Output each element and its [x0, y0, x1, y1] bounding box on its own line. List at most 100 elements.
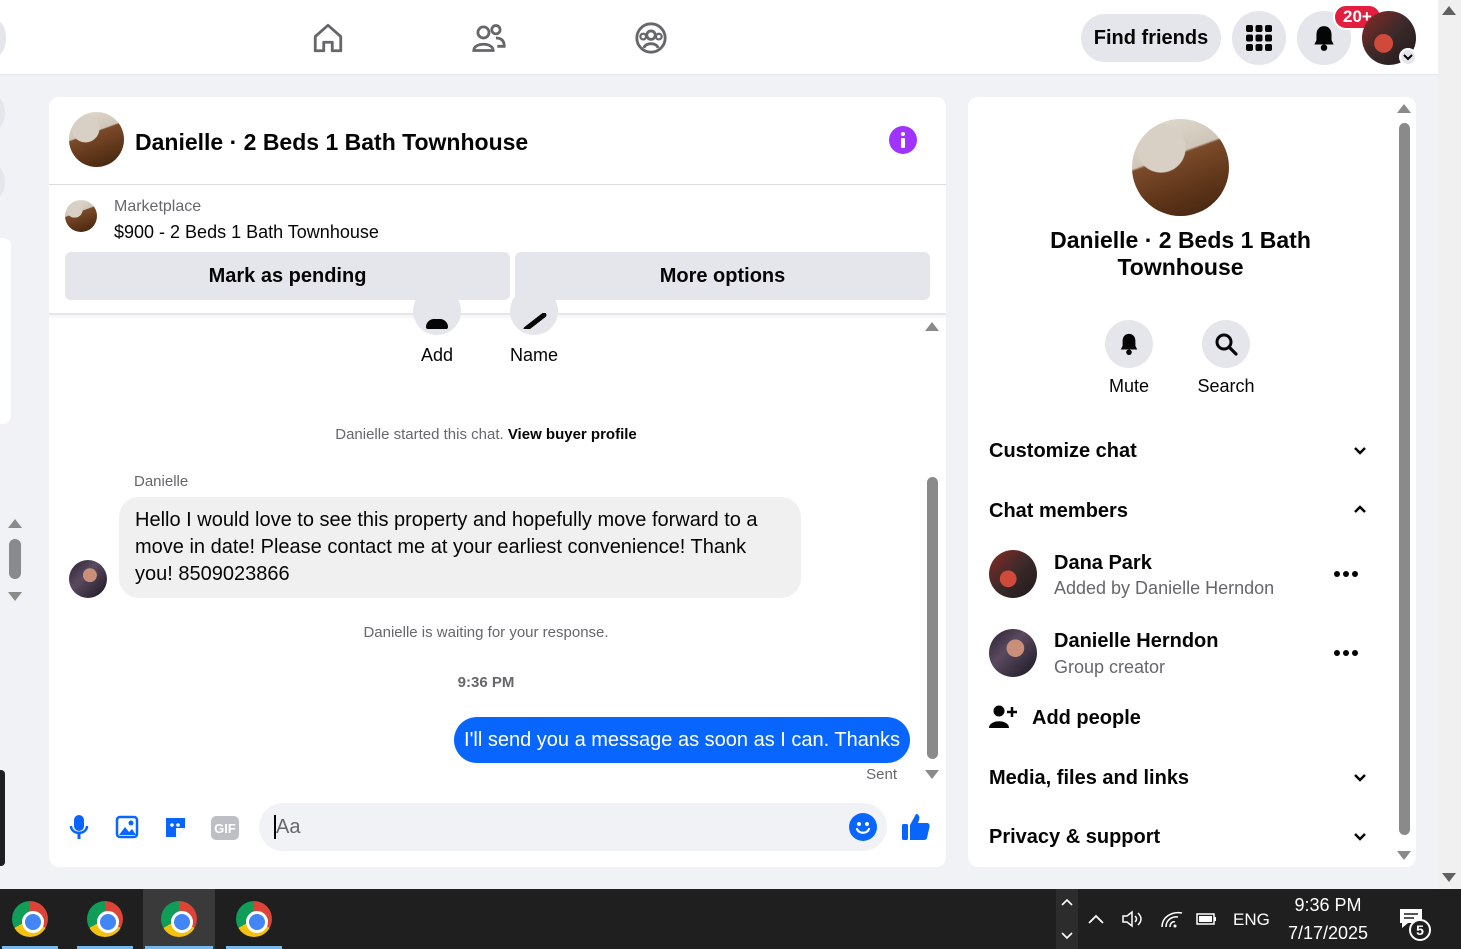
sidebar-partial-icon-2[interactable]	[0, 164, 5, 200]
mute-button[interactable]	[1105, 320, 1153, 368]
chevron-down-icon[interactable]	[1353, 832, 1367, 842]
sender-name: Danielle	[134, 473, 189, 490]
message-input[interactable]: Aa	[259, 803, 887, 851]
home-icon[interactable]	[310, 20, 346, 56]
pencil-icon	[523, 313, 547, 329]
side-dark-edge	[0, 770, 5, 866]
chat-members-row[interactable]: Chat members	[989, 500, 1128, 523]
add-person-icon[interactable]	[989, 704, 1017, 730]
chat-scroll-thumb[interactable]	[927, 477, 938, 759]
name-label: Name	[509, 345, 558, 365]
photo-icon[interactable]	[114, 814, 140, 840]
windows-taskbar: ENG 9:36 PM 7/17/2025 5	[0, 889, 1461, 949]
sidebar-scroll-down-icon[interactable]	[8, 592, 22, 601]
member-subtitle: Group creator	[1054, 657, 1166, 677]
chat-scroll-up-icon[interactable]	[925, 322, 939, 331]
member-avatar-dana[interactable]	[989, 550, 1037, 598]
tray-chevron-up-icon[interactable]	[1087, 913, 1105, 925]
chat-avatar[interactable]	[69, 112, 124, 167]
chat-details-panel: Danielle · 2 Beds 1 Bath Townhouse Mute …	[968, 97, 1416, 867]
sidebar-partial-panel	[0, 238, 11, 424]
scroll-down-arrow-icon[interactable]	[1442, 873, 1456, 882]
message-timestamp: 9:36 PM	[457, 674, 515, 691]
wifi-icon[interactable]	[1160, 909, 1184, 929]
chrome-profile-3-icon[interactable]	[143, 889, 215, 949]
sticker-icon[interactable]	[162, 814, 189, 841]
thumbs-up-icon[interactable]	[900, 811, 932, 843]
sidebar-scroll-thumb[interactable]	[9, 539, 21, 579]
scroll-up-arrow-icon[interactable]	[1442, 6, 1456, 15]
chat-scroll-down-icon[interactable]	[925, 770, 939, 779]
sidebar-partial-icon[interactable]	[0, 95, 5, 131]
chat-started-text: Danielle started this chat. View buyer p…	[49, 426, 923, 443]
member-name[interactable]: Dana Park	[1054, 552, 1152, 575]
incoming-message-bubble[interactable]: Hello I would love to see this property …	[119, 497, 801, 598]
taskbar-scroll[interactable]	[1056, 889, 1078, 949]
waiting-text: Danielle is waiting for your response.	[363, 624, 609, 641]
chrome-profile-4-icon[interactable]	[224, 889, 284, 949]
chrome-profile-1-icon[interactable]	[0, 889, 60, 949]
banner-divider	[49, 313, 946, 315]
details-scroll-thumb[interactable]	[1399, 123, 1410, 835]
media-files-row[interactable]: Media, files and links	[989, 767, 1189, 790]
microphone-icon[interactable]	[67, 813, 91, 841]
add-member-button[interactable]	[413, 287, 461, 335]
top-navigation-bar	[0, 0, 1438, 75]
more-options-button[interactable]: More options	[515, 252, 930, 300]
customize-chat-row[interactable]: Customize chat	[989, 440, 1137, 463]
language-indicator[interactable]: ENG	[1233, 910, 1270, 930]
notification-count-badge: 5	[1409, 919, 1431, 941]
add-label: Add	[421, 345, 454, 365]
search-icon	[1215, 333, 1238, 356]
privacy-support-row[interactable]: Privacy & support	[989, 826, 1160, 849]
name-chat-button[interactable]	[510, 287, 558, 335]
chevron-up-icon[interactable]	[1353, 504, 1367, 514]
gif-icon[interactable]: GIF	[211, 816, 239, 840]
info-icon[interactable]	[889, 126, 917, 154]
chrome-profile-2-icon[interactable]	[75, 889, 135, 949]
groups-icon[interactable]	[633, 20, 669, 56]
member-avatar-danielle[interactable]	[989, 629, 1037, 677]
more-icon[interactable]	[1334, 650, 1358, 656]
friends-icon[interactable]	[471, 20, 507, 56]
outgoing-message-bubble[interactable]: I'll send you a message as soon as I can…	[454, 717, 910, 763]
chevron-down-icon[interactable]	[1353, 446, 1367, 456]
search-button[interactable]	[1202, 320, 1250, 368]
member-name[interactable]: Danielle Herndon	[1054, 630, 1218, 653]
taskbar-time[interactable]: 9:36 PM	[1282, 895, 1374, 916]
details-scroll-down-icon[interactable]	[1397, 851, 1411, 860]
view-buyer-profile-link[interactable]: View buyer profile	[508, 426, 637, 443]
chat-title[interactable]: Danielle · 2 Beds 1 Bath Townhouse	[135, 129, 528, 156]
page-scrollbar[interactable]	[1438, 0, 1461, 889]
add-person-icon	[426, 319, 448, 329]
sender-avatar[interactable]	[69, 560, 107, 598]
member-subtitle: Added by Danielle Herndon	[1054, 578, 1275, 598]
details-scroll-up-icon[interactable]	[1397, 104, 1411, 113]
taskbar-date[interactable]: 7/17/2025	[1282, 923, 1374, 944]
chevron-up-icon	[1061, 898, 1073, 906]
add-people-row[interactable]: Add people	[1032, 707, 1141, 730]
details-title: Danielle · 2 Beds 1 Bath Townhouse	[1050, 227, 1311, 280]
chat-panel: Danielle · 2 Beds 1 Bath Townhouse Marke…	[49, 97, 946, 867]
find-friends-button[interactable]: Find friends	[1081, 14, 1221, 62]
more-icon[interactable]	[1334, 571, 1358, 577]
volume-icon[interactable]	[1121, 909, 1145, 929]
chevron-down-icon[interactable]	[1399, 48, 1417, 66]
listing-thumbnail[interactable]	[65, 200, 97, 232]
search-label: Search	[1197, 376, 1255, 396]
chevron-down-icon	[1061, 932, 1073, 940]
listing-title[interactable]: $900 - 2 Beds 1 Bath Townhouse	[114, 222, 379, 243]
menu-grid-icon[interactable]	[1232, 11, 1286, 65]
bell-icon	[1120, 333, 1138, 355]
battery-icon[interactable]	[1194, 910, 1218, 928]
mute-label: Mute	[1108, 376, 1150, 396]
sidebar-scroll-up-icon[interactable]	[8, 519, 22, 528]
details-avatar[interactable]	[1132, 119, 1229, 216]
started-text: Danielle started this chat.	[335, 426, 504, 443]
message-placeholder: Aa	[276, 816, 301, 838]
chevron-down-icon[interactable]	[1353, 773, 1367, 783]
marketplace-label: Marketplace	[114, 198, 202, 215]
emoji-icon[interactable]	[849, 813, 877, 841]
header-divider	[49, 184, 946, 185]
sent-status: Sent	[866, 766, 897, 783]
